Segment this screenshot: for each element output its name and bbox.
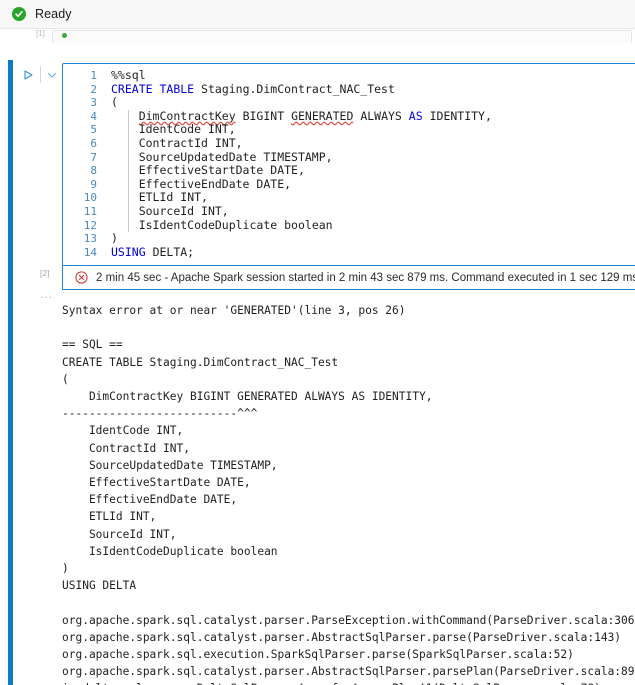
code-text: EffectiveStartDate DATE,: [138, 163, 305, 178]
line-number: 5: [90, 123, 97, 137]
notebook-cell[interactable]: [2] ... 1 %%sql 2 CREATE TABLE Staging.DimC…: [0, 52, 635, 685]
indent-guide: [128, 110, 129, 232]
code-line: 7 SourceUpdatedDate TIMESTAMP,: [63, 149, 635, 165]
code-text: IsIdentCodeDuplicate boolean: [138, 217, 333, 232]
line-number: 9: [90, 177, 97, 191]
code-line: 12 IsIdentCodeDuplicate boolean: [63, 217, 635, 233]
run-cell-button[interactable]: [20, 67, 36, 83]
cell-gutter: [2] ...: [18, 52, 62, 685]
previous-cell-box: [52, 30, 632, 43]
code-line: 4 DimContractKey BIGINT GENERATED ALWAYS…: [63, 108, 635, 124]
code-line: 11 SourceId INT,: [63, 204, 635, 219]
status-bar: Ready: [0, 0, 635, 29]
line-number: 6: [90, 136, 97, 150]
code-text: ): [111, 231, 118, 246]
line-number: 1: [90, 69, 97, 82]
code-line: 2 CREATE TABLE Staging.DimContract_NAC_Te…: [63, 81, 635, 97]
code-text: ContractId INT,: [138, 135, 243, 150]
code-line: 8 EffectiveStartDate DATE,: [63, 164, 635, 178]
line-number: 10: [83, 191, 97, 205]
line-number: 7: [90, 150, 97, 164]
code-line: 13): [63, 232, 635, 246]
line-number: 4: [90, 109, 97, 123]
code-text: IdentCode INT,: [138, 122, 236, 137]
chevron-down-icon[interactable]: [44, 67, 60, 83]
code-text: %%sql: [111, 68, 146, 82]
execution-count: [2]: [40, 268, 50, 278]
line-number: 14: [83, 245, 97, 259]
output-collapse-ellipsis[interactable]: ...: [40, 289, 53, 301]
code-line: 3(: [63, 96, 635, 110]
code-editor[interactable]: 1 %%sql 2 CREATE TABLE Staging.DimContract_…: [62, 63, 635, 266]
gutter-divider: [40, 66, 41, 83]
line-number: 3: [90, 96, 97, 110]
code-text: USING DELTA;: [111, 244, 195, 259]
code-text: EffectiveEndDate DATE,: [138, 176, 292, 191]
previous-cell-status-dot: [62, 33, 67, 38]
line-number: 12: [83, 218, 97, 232]
code-text: SourceUpdatedDate TIMESTAMP,: [138, 149, 333, 164]
code-text: DimContractKey BIGINT GENERATED ALWAYS A…: [138, 108, 492, 123]
code-line: 1 %%sql: [63, 68, 635, 83]
line-number: 8: [90, 164, 97, 178]
code-lines[interactable]: 1 %%sql 2 CREATE TABLE Staging.DimContract_…: [63, 64, 635, 259]
code-line: 10 ETLId INT,: [63, 191, 635, 205]
error-circle-x-icon: [75, 271, 88, 284]
code-line: 9 EffectiveEndDate DATE,: [63, 176, 635, 192]
code-text: (: [111, 95, 118, 110]
check-circle-icon: [12, 7, 26, 21]
error-output-text: Syntax error at or near 'GENERATED'(line…: [62, 304, 635, 685]
cell-selection-bar: [8, 60, 13, 685]
line-number: 11: [83, 204, 97, 218]
previous-cell-execution-count: [1]: [36, 29, 45, 38]
line-number: 13: [83, 232, 97, 246]
status-label: Ready: [35, 7, 72, 21]
execution-result-bar: 2 min 45 sec - Apache Spark session star…: [62, 266, 635, 290]
line-number: 2: [90, 82, 97, 96]
code-line: 6 ContractId INT,: [63, 135, 635, 151]
code-text: ETLId INT,: [138, 190, 208, 205]
previous-cell-remnant: [1]: [0, 29, 635, 43]
error-output-panel: Syntax error at or near 'GENERATED'(line…: [62, 302, 635, 685]
code-line: 5 IdentCode INT,: [63, 123, 635, 137]
code-text: CREATE TABLE Staging.DimContract_NAC_Tes…: [111, 81, 395, 96]
execution-result-text: 2 min 45 sec - Apache Spark session star…: [96, 271, 635, 284]
code-line: 14 USING DELTA;: [63, 244, 635, 260]
